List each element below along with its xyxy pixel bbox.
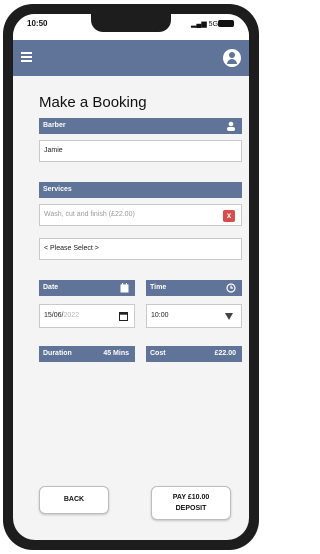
selected-service-row: Wash, cut and finish (£22.00) x bbox=[39, 204, 242, 226]
dropdown-arrow-icon bbox=[225, 313, 233, 320]
date-value: 15/06/ bbox=[44, 312, 64, 319]
back-button-label: BACK bbox=[63, 496, 85, 503]
services-header-label: Services bbox=[43, 186, 72, 193]
date-picker-icon[interactable] bbox=[119, 312, 128, 321]
phone-frame: 10:50 ▂▄▆ 5G Make a Booking Barber Jamie… bbox=[3, 4, 259, 550]
profile-avatar-icon[interactable] bbox=[223, 49, 241, 67]
date-value-year: 2022 bbox=[63, 312, 80, 319]
date-header: Date bbox=[39, 280, 135, 296]
signal-icon: ▂▄▆ 5G bbox=[191, 21, 219, 28]
notch bbox=[91, 14, 171, 32]
page-title: Make a Booking bbox=[39, 94, 147, 111]
time-header-label: Time bbox=[150, 284, 167, 291]
status-time: 10:50 bbox=[27, 19, 48, 28]
cost-label: Cost bbox=[150, 350, 166, 357]
app-bar bbox=[13, 40, 249, 76]
time-header: Time bbox=[146, 280, 242, 296]
close-icon: x bbox=[226, 211, 232, 220]
pay-button-label-line2: DEPOSIT bbox=[175, 505, 207, 512]
time-value: 10:00 bbox=[151, 312, 169, 319]
duration-value: 45 Mins bbox=[103, 350, 129, 357]
duration-label: Duration bbox=[43, 350, 72, 357]
time-select[interactable]: 10:00 bbox=[146, 304, 242, 328]
service-select[interactable]: < Please Select > bbox=[39, 238, 242, 260]
service-select-placeholder: < Please Select > bbox=[44, 245, 99, 252]
status-bar: 10:50 ▂▄▆ 5G bbox=[13, 14, 249, 40]
barber-value: Jamie bbox=[44, 147, 63, 154]
date-field[interactable]: 15/06/2022 bbox=[39, 304, 135, 328]
cost-bar: Cost £22.00 bbox=[146, 346, 242, 362]
back-button[interactable]: BACK bbox=[39, 486, 109, 514]
pay-button-label-line1: PAY £10.00 bbox=[172, 494, 210, 501]
barber-field[interactable]: Jamie bbox=[39, 140, 242, 162]
date-header-label: Date bbox=[43, 284, 59, 291]
cost-value: £22.00 bbox=[214, 350, 236, 357]
barber-header: Barber bbox=[39, 118, 242, 134]
pay-deposit-button[interactable]: PAY £10.00 DEPOSIT bbox=[151, 486, 231, 520]
remove-service-button[interactable]: x bbox=[223, 210, 235, 222]
person-icon bbox=[227, 121, 235, 131]
clock-icon bbox=[226, 283, 236, 293]
barber-header-label: Barber bbox=[43, 122, 66, 129]
selected-service-text: Wash, cut and finish (£22.00) bbox=[44, 211, 135, 218]
network-label: 5G bbox=[208, 21, 219, 28]
app-screen: 10:50 ▂▄▆ 5G Make a Booking Barber Jamie… bbox=[13, 14, 249, 540]
calendar-icon bbox=[120, 283, 129, 293]
battery-icon bbox=[218, 20, 234, 27]
duration-bar: Duration 45 Mins bbox=[39, 346, 135, 362]
services-header: Services bbox=[39, 182, 242, 198]
menu-icon[interactable] bbox=[21, 52, 32, 64]
